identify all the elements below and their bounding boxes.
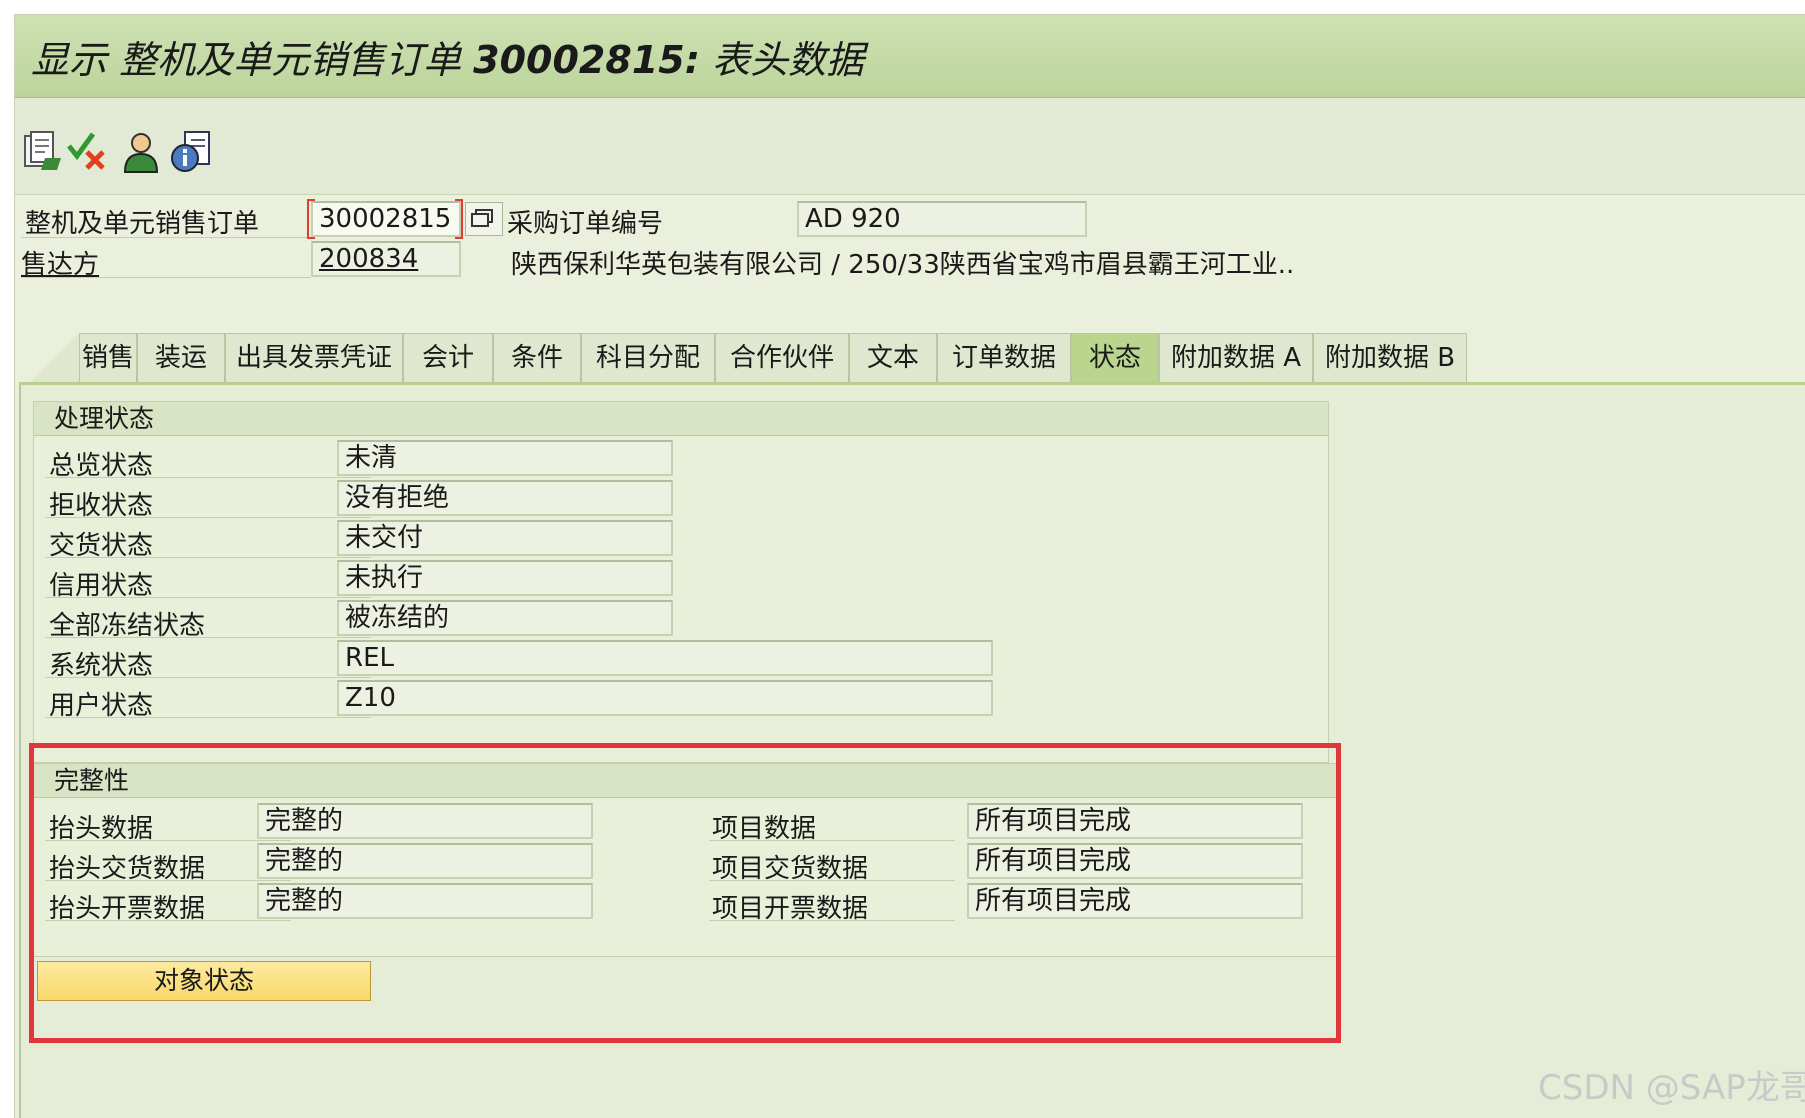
- header-data-field[interactable]: 完整的: [257, 803, 593, 839]
- header-delivery-data-field[interactable]: 完整的: [257, 843, 593, 879]
- soldto-label[interactable]: 售达方: [21, 244, 99, 281]
- header-billing-data-field[interactable]: 完整的: [257, 883, 593, 919]
- tab-conditions[interactable]: 条件: [493, 333, 581, 383]
- tab-billing-document[interactable]: 出具发票凭证: [225, 333, 403, 383]
- row-line: [709, 840, 955, 841]
- row-line: [45, 880, 291, 881]
- info-document-icon[interactable]: [169, 130, 213, 174]
- overall-status-field[interactable]: 未清: [337, 440, 673, 476]
- item-delivery-data-field[interactable]: 所有项目完成: [967, 843, 1303, 879]
- title-bar: 显示 整机及单元销售订单 30002815: 表头数据: [15, 15, 1805, 98]
- row-line: [709, 920, 955, 921]
- row-line: [45, 517, 371, 518]
- tab-order-data[interactable]: 订单数据: [937, 333, 1071, 383]
- system-status-field[interactable]: REL: [337, 640, 993, 676]
- item-data-field[interactable]: 所有项目完成: [967, 803, 1303, 839]
- tab-texts[interactable]: 文本: [849, 333, 937, 383]
- soldto-field[interactable]: 200834: [311, 241, 461, 277]
- tabstrip: 销售 装运 出具发票凭证 会计 条件 科目分配 合作伙伴 文本 订单数据 状态 …: [19, 333, 1805, 383]
- row-line: [45, 637, 371, 638]
- value-help-button[interactable]: [465, 202, 503, 236]
- tab-additional-data-b[interactable]: 附加数据 B: [1313, 333, 1467, 383]
- order-number-field[interactable]: 30002815: [311, 201, 461, 237]
- tab-accounting[interactable]: 会计: [403, 333, 493, 383]
- item-billing-data-field[interactable]: 所有项目完成: [967, 883, 1303, 919]
- value-help-icon: [471, 209, 493, 227]
- soldto-description: 陕西保利华英包装有限公司 / 250/33陕西省宝鸡市眉县霸王河工业..: [511, 250, 1295, 280]
- order-label: 整机及单元销售订单: [25, 209, 260, 239]
- row-line: [45, 557, 371, 558]
- tab-additional-data-a[interactable]: 附加数据 A: [1159, 333, 1313, 383]
- person-icon[interactable]: [119, 130, 163, 174]
- tab-partners[interactable]: 合作伙伴: [715, 333, 849, 383]
- title-suffix: 表头数据: [699, 38, 864, 82]
- user-status-field[interactable]: Z10: [337, 680, 993, 716]
- rejection-status-field[interactable]: 没有拒绝: [337, 480, 673, 516]
- object-status-button[interactable]: 对象状态: [37, 961, 371, 1001]
- watermark: CSDN @SAP龙哥: [1538, 1068, 1805, 1108]
- field-focus-right: [455, 199, 463, 239]
- row-line: [45, 677, 371, 678]
- row-line: [45, 840, 291, 841]
- document-display-icon[interactable]: [21, 130, 65, 174]
- processing-status-title: 处理状态: [34, 402, 1328, 436]
- row-line: [45, 597, 371, 598]
- field-focus-left: [307, 199, 315, 239]
- soldto-row-line: [21, 277, 311, 278]
- row-line: [709, 880, 955, 881]
- completeness-title: 完整性: [34, 764, 1338, 798]
- order-row-line: [21, 237, 311, 238]
- title-prefix: 显示 整机及单元销售订单: [31, 38, 474, 82]
- title-order-number: 30002815:: [473, 38, 700, 82]
- tab-account-assignment[interactable]: 科目分配: [581, 333, 715, 383]
- row-line: [45, 717, 371, 718]
- tab-status[interactable]: 状态: [1071, 333, 1159, 383]
- tab-sales[interactable]: 销售: [79, 333, 137, 383]
- tab-shipping[interactable]: 装运: [137, 333, 225, 383]
- row-line: [45, 477, 371, 478]
- sap-window: 显示 整机及单元销售订单 30002815: 表头数据 整机及单元销售订单 30…: [14, 14, 1805, 1118]
- check-cancel-icon[interactable]: [65, 130, 109, 174]
- page-title: 显示 整机及单元销售订单 30002815: 表头数据: [31, 29, 864, 84]
- credit-status-field[interactable]: 未执行: [337, 560, 673, 596]
- po-number-field[interactable]: AD 920: [797, 201, 1087, 237]
- po-label: 采购订单编号: [507, 209, 664, 239]
- application-toolbar: [15, 98, 1805, 195]
- block-status-field[interactable]: 被冻结的: [337, 600, 673, 636]
- row-line: [45, 920, 291, 921]
- delivery-status-field[interactable]: 未交付: [337, 520, 673, 556]
